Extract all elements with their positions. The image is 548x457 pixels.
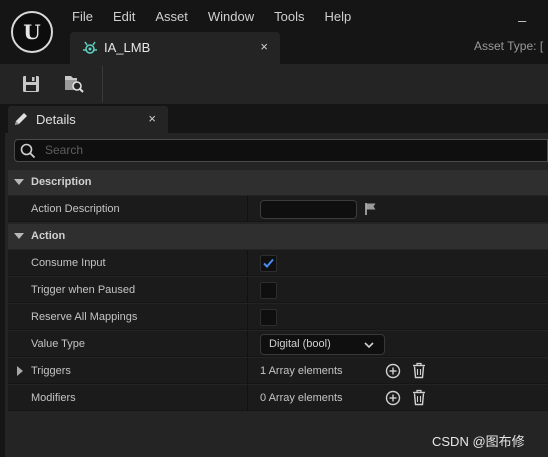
collapse-arrow-icon[interactable]: [14, 179, 24, 185]
triggers-count: 1 Array elements: [260, 365, 343, 377]
property-label: Triggers: [31, 365, 71, 377]
menu-window[interactable]: Window: [198, 8, 264, 26]
column-divider[interactable]: [247, 358, 248, 384]
asset-type-label: Asset Type: [: [474, 39, 544, 53]
property-row-trigger-when-paused: Trigger when Paused: [8, 277, 548, 303]
toolbar: [0, 64, 548, 104]
category-title: Description: [31, 176, 92, 188]
input-action-icon: [83, 41, 97, 54]
csdn-watermark: CSDN @图布修: [432, 434, 525, 449]
localization-flag-icon[interactable]: [364, 202, 378, 216]
search-placeholder: Search: [45, 143, 84, 157]
category-action[interactable]: Action: [8, 224, 548, 249]
menu-file[interactable]: File: [62, 8, 103, 26]
value-type-selected: Digital (bool): [269, 338, 331, 350]
property-row-consume-input: Consume Input: [8, 250, 548, 276]
action-description-input[interactable]: [260, 200, 357, 219]
minimize-button[interactable]: _: [518, 6, 526, 22]
category-title: Action: [31, 230, 66, 242]
column-divider[interactable]: [247, 331, 248, 357]
menu-bar: File Edit Asset Window Tools Help: [62, 8, 361, 26]
property-label: Trigger when Paused: [31, 284, 136, 296]
title-bar: U File Edit Asset Window Tools Help _ IA…: [0, 0, 548, 64]
property-row-action-description: Action Description: [8, 196, 548, 222]
expand-arrow-icon[interactable]: [17, 366, 23, 376]
asset-tab-close-button[interactable]: ×: [260, 39, 268, 54]
details-tab-label: Details: [36, 112, 76, 127]
modifiers-count: 0 Array elements: [260, 392, 343, 404]
column-divider[interactable]: [247, 277, 248, 303]
details-tab-close-button[interactable]: ×: [148, 111, 156, 126]
column-divider[interactable]: [247, 304, 248, 330]
search-icon: [20, 143, 36, 159]
save-icon: [23, 76, 39, 92]
save-button[interactable]: [17, 70, 45, 98]
property-row-value-type: Value Type Digital (bool): [8, 331, 548, 357]
trash-icon[interactable]: [411, 389, 427, 406]
property-row-triggers: Triggers 1 Array elements: [8, 358, 548, 384]
property-label: Reserve All Mappings: [31, 311, 138, 323]
search-input[interactable]: Search: [14, 139, 548, 162]
trigger-when-paused-checkbox[interactable]: [260, 282, 277, 299]
toolbar-separator: [102, 66, 103, 102]
details-tab[interactable]: Details ×: [8, 106, 168, 133]
collapse-arrow-icon[interactable]: [14, 233, 24, 239]
property-row-reserve-all-mappings: Reserve All Mappings: [8, 304, 548, 330]
add-element-icon[interactable]: [385, 363, 401, 379]
menu-asset[interactable]: Asset: [145, 8, 198, 26]
consume-input-checkbox[interactable]: [260, 255, 277, 272]
column-divider[interactable]: [247, 196, 248, 222]
trash-icon[interactable]: [411, 362, 427, 379]
property-label: Modifiers: [31, 392, 76, 404]
column-divider[interactable]: [247, 250, 248, 276]
browse-to-asset-icon: [65, 76, 84, 93]
pencil-icon: [15, 113, 27, 125]
value-type-dropdown[interactable]: Digital (bool): [260, 334, 385, 355]
property-label: Consume Input: [31, 257, 106, 269]
asset-tab[interactable]: IA_LMB ×: [70, 32, 280, 64]
menu-tools[interactable]: Tools: [264, 8, 314, 26]
asset-tab-label: IA_LMB: [104, 40, 151, 55]
property-row-modifiers: Modifiers 0 Array elements: [8, 385, 548, 411]
property-label: Value Type: [31, 338, 86, 350]
unreal-logo-icon[interactable]: U: [11, 11, 53, 53]
property-label: Action Description: [31, 203, 120, 215]
chevron-down-icon: [364, 342, 374, 349]
add-element-icon[interactable]: [385, 390, 401, 406]
menu-edit[interactable]: Edit: [103, 8, 145, 26]
reserve-all-mappings-checkbox[interactable]: [260, 309, 277, 326]
category-description[interactable]: Description: [8, 170, 548, 195]
browse-to-asset-button[interactable]: [60, 70, 88, 98]
menu-help[interactable]: Help: [314, 8, 361, 26]
checkmark-icon: [263, 258, 274, 268]
column-divider[interactable]: [247, 385, 248, 411]
